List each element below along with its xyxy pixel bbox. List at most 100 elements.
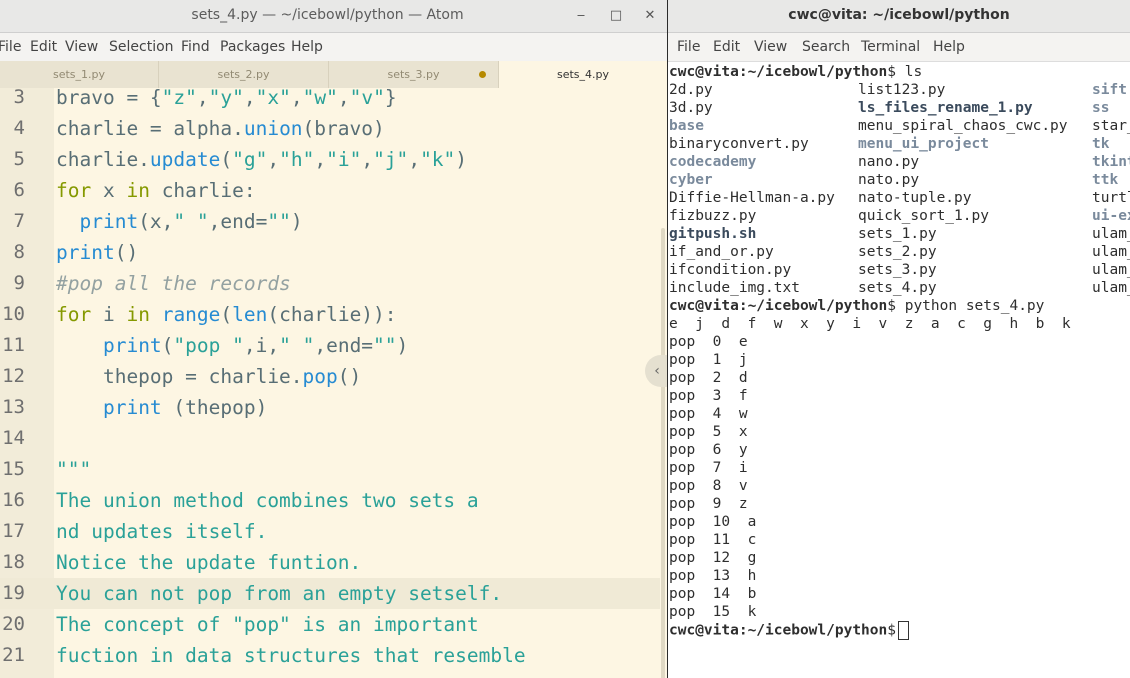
line-number: 8 xyxy=(13,241,25,263)
pop-line: pop 7 i xyxy=(669,460,748,476)
pop-line: pop 13 h xyxy=(669,568,757,584)
ls-entry: sift xyxy=(1092,82,1127,98)
set-output-line: e j d f w x y i v z a c g h b k xyxy=(669,316,1071,332)
menu-edit[interactable]: Edit xyxy=(30,33,57,61)
pop-line: pop 0 e xyxy=(669,334,748,350)
code-line[interactable]: 17 nd updates itself. xyxy=(0,516,660,547)
pop-line: pop 9 z xyxy=(669,496,748,512)
ls-entry: sets_4.py xyxy=(858,280,937,296)
pop-line: pop 10 a xyxy=(669,514,757,530)
ls-entry: star_ xyxy=(1092,118,1130,134)
ls-entry: sets_3.py xyxy=(858,262,937,278)
code-line[interactable]: 6 for x in charlie: xyxy=(0,175,660,206)
ls-entry: gitpush.sh xyxy=(669,226,757,242)
terminal-menubar: File Edit View Search Terminal Help xyxy=(668,33,1130,62)
terminal-menu-file[interactable]: File xyxy=(677,33,700,61)
atom-window: sets_4.py — ~/icebowl/python — Atom ‒ □ … xyxy=(0,0,667,678)
ls-entry: tkint xyxy=(1092,154,1130,170)
code-line[interactable]: 3 bravo = {"z","y","x","w","v"} xyxy=(0,82,660,113)
code-line[interactable]: 8 print() xyxy=(0,237,660,268)
ls-entry: ls_files_rename_1.py xyxy=(858,100,1033,116)
code-editor[interactable]: 3 bravo = {"z","y","x","w","v"} 4 charli… xyxy=(0,86,667,678)
editor-scrollbar[interactable] xyxy=(661,228,665,678)
terminal-prompt-line: cwc@vita:~/icebowl/python$ xyxy=(669,621,909,640)
tab-label: sets_3.py xyxy=(387,68,440,81)
code-line[interactable]: 18 Notice the update funtion. xyxy=(0,547,660,578)
cursor-line[interactable]: 19 You can not pop from an empty setself… xyxy=(0,578,660,609)
ls-entry: nato-tuple.py xyxy=(858,190,972,206)
menu-packages[interactable]: Packages xyxy=(220,33,285,61)
line-number: 5 xyxy=(13,148,25,170)
ls-entry: ttk xyxy=(1092,172,1119,188)
terminal-window-title: cwc@vita: ~/icebowl/python xyxy=(788,7,1010,23)
ls-entry: if_and_or.py xyxy=(669,244,774,260)
line-number: 7 xyxy=(13,210,25,232)
ls-entry: ulam_ xyxy=(1092,280,1130,296)
code-line[interactable]: 21 fuction in data structures that resem… xyxy=(0,640,660,671)
line-number: 11 xyxy=(2,334,25,356)
line-number: 18 xyxy=(2,551,25,573)
ls-entry: cyber xyxy=(669,172,713,188)
terminal-output[interactable]: cwc@vita:~/icebowl/python$ ls 2d.py list1… xyxy=(668,62,1130,678)
ls-entry: turtl xyxy=(1092,190,1130,206)
menu-help[interactable]: Help xyxy=(291,33,323,61)
maximize-icon[interactable]: □ xyxy=(606,6,626,26)
terminal-menu-help[interactable]: Help xyxy=(933,33,965,61)
line-number: 15 xyxy=(2,458,25,480)
ls-entry: include_img.txt xyxy=(669,280,800,296)
pop-line: pop 2 d xyxy=(669,370,748,386)
menu-selection[interactable]: Selection xyxy=(109,33,174,61)
menu-find[interactable]: Find xyxy=(181,33,210,61)
code-line[interactable]: 9 #pop all the records xyxy=(0,268,660,299)
code-line[interactable]: 5 charlie.update("g","h","i","j","k") xyxy=(0,144,660,175)
atom-menubar: File Edit View Selection Find Packages H… xyxy=(0,33,667,62)
line-number: 13 xyxy=(2,396,25,418)
terminal-menu-search[interactable]: Search xyxy=(802,33,850,61)
code-line[interactable]: 7 print(x," ",end="") xyxy=(0,206,660,237)
terminal-menu-terminal[interactable]: Terminal xyxy=(861,33,920,61)
code-line[interactable]: 13 print (thepop) xyxy=(0,392,660,423)
ls-entry: nato.py xyxy=(858,172,920,188)
code-line[interactable]: 15 """ xyxy=(0,454,660,485)
pop-line: pop 1 j xyxy=(669,352,748,368)
code-line[interactable]: 20 The concept of "pop" is an important xyxy=(0,609,660,640)
terminal-menu-view[interactable]: View xyxy=(754,33,787,61)
ls-entry: ulam_ xyxy=(1092,244,1130,260)
menu-view[interactable]: View xyxy=(65,33,98,61)
code-line[interactable]: 11 print("pop ",i," ",end="") xyxy=(0,330,660,361)
pop-line: pop 15 k xyxy=(669,604,757,620)
close-icon[interactable]: ✕ xyxy=(640,6,660,26)
ls-entry: 2d.py xyxy=(669,82,713,98)
line-number: 19 xyxy=(2,582,25,604)
pop-line: pop 12 g xyxy=(669,550,757,566)
atom-titlebar: sets_4.py — ~/icebowl/python — Atom ‒ □ … xyxy=(0,0,667,33)
pop-line: pop 5 x xyxy=(669,424,748,440)
terminal-menu-edit[interactable]: Edit xyxy=(713,33,740,61)
minimize-icon[interactable]: ‒ xyxy=(571,6,591,26)
ls-entry: sets_1.py xyxy=(858,226,937,242)
code-line[interactable]: 12 thepop = charlie.pop() xyxy=(0,361,660,392)
ls-entry: fizbuzz.py xyxy=(669,208,757,224)
line-number: 12 xyxy=(2,365,25,387)
code-line[interactable]: 16 The union method combines two sets a xyxy=(0,485,660,516)
line-number: 9 xyxy=(13,272,25,294)
line-number: 10 xyxy=(2,303,25,325)
ls-entry: ui-ex xyxy=(1092,208,1130,224)
ls-entry: tk xyxy=(1092,136,1110,152)
menu-file[interactable]: File xyxy=(0,33,21,61)
ls-entry: codecademy xyxy=(669,154,757,170)
line-number: 4 xyxy=(13,117,25,139)
code-line[interactable]: 10 for i in range(len(charlie)): xyxy=(0,299,660,330)
pop-line: pop 3 f xyxy=(669,388,748,404)
line-number: 17 xyxy=(2,520,25,542)
code-line[interactable]: 4 charlie = alpha.union(bravo) xyxy=(0,113,660,144)
terminal-line: cwc@vita:~/icebowl/python$ ls xyxy=(669,64,923,80)
line-number: 16 xyxy=(2,489,25,511)
ls-entry: ifcondition.py xyxy=(669,262,792,278)
code-line[interactable]: 14 xyxy=(0,423,660,454)
pop-line: pop 6 y xyxy=(669,442,748,458)
ls-entry: ulam_ xyxy=(1092,262,1130,278)
modified-dot-icon xyxy=(479,71,486,78)
pop-line: pop 14 b xyxy=(669,586,757,602)
atom-window-title: sets_4.py — ~/icebowl/python — Atom xyxy=(191,7,464,23)
